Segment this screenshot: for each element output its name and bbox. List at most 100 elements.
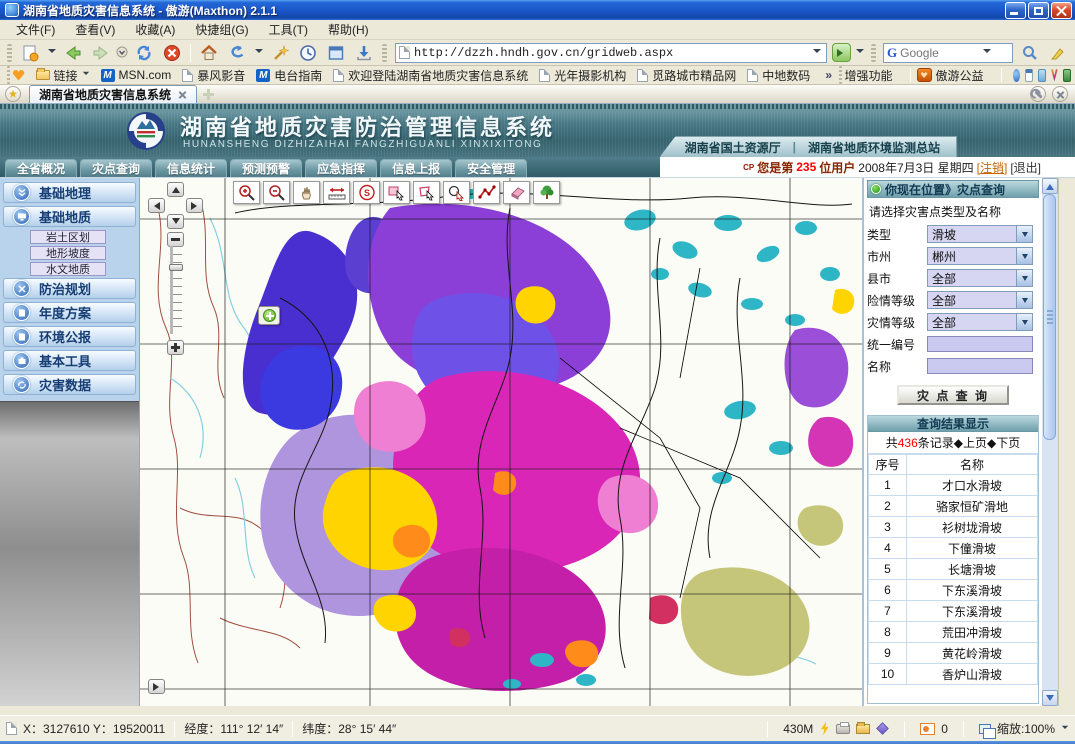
sidebar-item-basic-geography[interactable]: 基础地理 [3,182,136,203]
table-row[interactable]: 3衫树垅滑坡 [869,517,1038,538]
table-row[interactable]: 2骆家恒矿滑地 [869,496,1038,517]
chevron-down-icon[interactable] [1016,270,1032,286]
select-rect-tool-icon[interactable] [383,181,410,204]
new-tab-dropdown[interactable] [45,43,58,63]
sidebar-item-disaster-data[interactable]: 灾害数据 [3,374,136,395]
chevron-down-icon[interactable] [1016,292,1032,308]
zoom-slider-handle[interactable] [169,264,183,271]
chevron-down-icon[interactable] [1016,248,1032,264]
highlight-icon[interactable] [1045,42,1071,64]
new-tab-icon[interactable] [17,42,43,64]
frames-icon[interactable] [323,42,349,64]
window-split-icon[interactable] [1025,69,1033,82]
sidebar-item-environment-bulletin[interactable]: 环境公报 [3,326,136,347]
link-geo-monitoring[interactable]: 湖南省地质环境监测总站 [808,139,940,156]
scroll-down-button[interactable] [1042,690,1058,706]
eraser-tool-icon[interactable] [503,181,530,204]
tab-info-stats[interactable]: 信息统计 [155,159,227,177]
boost-lightning-icon[interactable] [819,722,830,736]
active-tab[interactable]: 湖南省地质灾害信息系统 [29,85,197,103]
chevron-down-icon[interactable] [1016,314,1032,330]
map-next-arrow-button[interactable] [148,679,165,694]
tab-info-report[interactable]: 信息上报 [380,159,452,177]
sidebar-sub-terrain-slope[interactable]: 地形坡度 [30,246,106,260]
zoom-plus-button[interactable] [167,340,184,355]
zoom-slider[interactable] [170,246,182,334]
link-item[interactable]: 暴风影音 [182,67,245,84]
link-item[interactable]: 光年摄影机构 [539,67,626,84]
go-button[interactable] [832,43,851,62]
map-zoom-marker-icon[interactable] [258,306,280,325]
zoom-level[interactable]: 缩放:100% [997,720,1055,737]
search-icon[interactable] [1017,42,1043,64]
scroll-up-button[interactable] [1042,178,1058,194]
home-icon[interactable] [196,42,222,64]
addressbar-grip[interactable] [382,44,387,62]
history-dropdown[interactable] [116,43,129,63]
pan-down-button[interactable] [167,214,184,229]
pan-left-button[interactable] [148,198,165,213]
sidebar-sub-rock-zoning[interactable]: 岩土区划 [30,230,106,244]
menu-help[interactable]: 帮助(H) [318,19,379,40]
minimize-button[interactable] [1005,2,1026,19]
pan-right-button[interactable] [186,198,203,213]
logout-link[interactable]: [注销] [977,159,1008,176]
map-viewport[interactable]: S [140,178,862,706]
plugins-grip[interactable] [839,66,842,84]
restore-button[interactable] [1028,2,1049,19]
select-circle-tool-icon[interactable] [443,181,470,204]
menu-groups[interactable]: 快捷组(G) [185,19,258,40]
menu-view[interactable]: 查看(V) [65,19,125,40]
link-land-resources[interactable]: 湖南省国土资源厅 [685,139,781,156]
link-item[interactable]: 中地数码 [747,67,810,84]
forward-icon[interactable] [88,42,114,64]
image-filter-icon[interactable] [920,723,935,735]
refresh-icon[interactable] [131,42,157,64]
stop-icon[interactable] [159,42,185,64]
new-tab-plus-icon[interactable] [203,89,214,100]
sidebar-item-annual-plan[interactable]: 年度方案 [3,302,136,323]
table-row[interactable]: 5长塘滑坡 [869,559,1038,580]
undo-dropdown[interactable] [252,43,265,63]
tab-disaster-query[interactable]: 灾点查询 [80,159,152,177]
plugin-diamond-icon[interactable] [876,722,889,735]
favorites-heart-icon[interactable] [13,70,25,81]
measure-tool-icon[interactable] [323,181,350,204]
layers-tree-tool-icon[interactable] [533,181,560,204]
scale-tool-icon[interactable]: S [353,181,380,204]
plugin-builder-icon[interactable] [1063,69,1071,82]
table-row[interactable]: 4下僮滑坡 [869,538,1038,559]
next-page-link[interactable]: ◆下页 [987,434,1020,451]
links-overflow[interactable]: » [825,68,832,82]
proxy-icon[interactable] [1013,69,1020,82]
city-select[interactable]: 郴州 [927,247,1033,265]
type-select[interactable]: 滑坡 [927,225,1033,243]
table-row[interactable]: 9黄花岭滑坡 [869,643,1038,664]
url-dropdown[interactable] [810,43,823,63]
zoom-minus-button[interactable] [167,232,184,247]
zoom-out-tool-icon[interactable] [263,181,290,204]
toolbar-grip[interactable] [7,44,12,62]
favorites-star-button[interactable] [5,86,21,102]
tab-security-mgmt[interactable]: 安全管理 [455,159,527,177]
table-row[interactable]: 6下东溪滑坡 [869,580,1038,601]
table-row[interactable]: 7下东溪滑坡 [869,601,1038,622]
pan-up-button[interactable] [167,182,184,197]
select-polygon-tool-icon[interactable] [413,181,440,204]
charity-button[interactable]: 傲游公益 [917,67,984,84]
tab-tools-button[interactable] [1030,86,1046,102]
undo-icon[interactable] [224,42,250,64]
download-icon[interactable] [351,42,377,64]
history-clock-icon[interactable] [295,42,321,64]
link-item[interactable]: 觅路城市精品网 [637,67,736,84]
name-input[interactable] [927,358,1033,374]
sidebar-item-prevention-planning[interactable]: 防治规划 [3,278,136,299]
back-icon[interactable] [60,42,86,64]
note-icon[interactable] [1038,69,1046,82]
risk-level-select[interactable]: 全部 [927,291,1033,309]
sidebar-sub-hydrogeology[interactable]: 水文地质 [30,262,106,276]
tab-emergency-command[interactable]: 应急指挥 [305,159,377,177]
menu-favorites[interactable]: 收藏(A) [125,19,185,40]
searchbar-grip[interactable] [871,44,876,62]
zoom-in-tool-icon[interactable] [233,181,260,204]
